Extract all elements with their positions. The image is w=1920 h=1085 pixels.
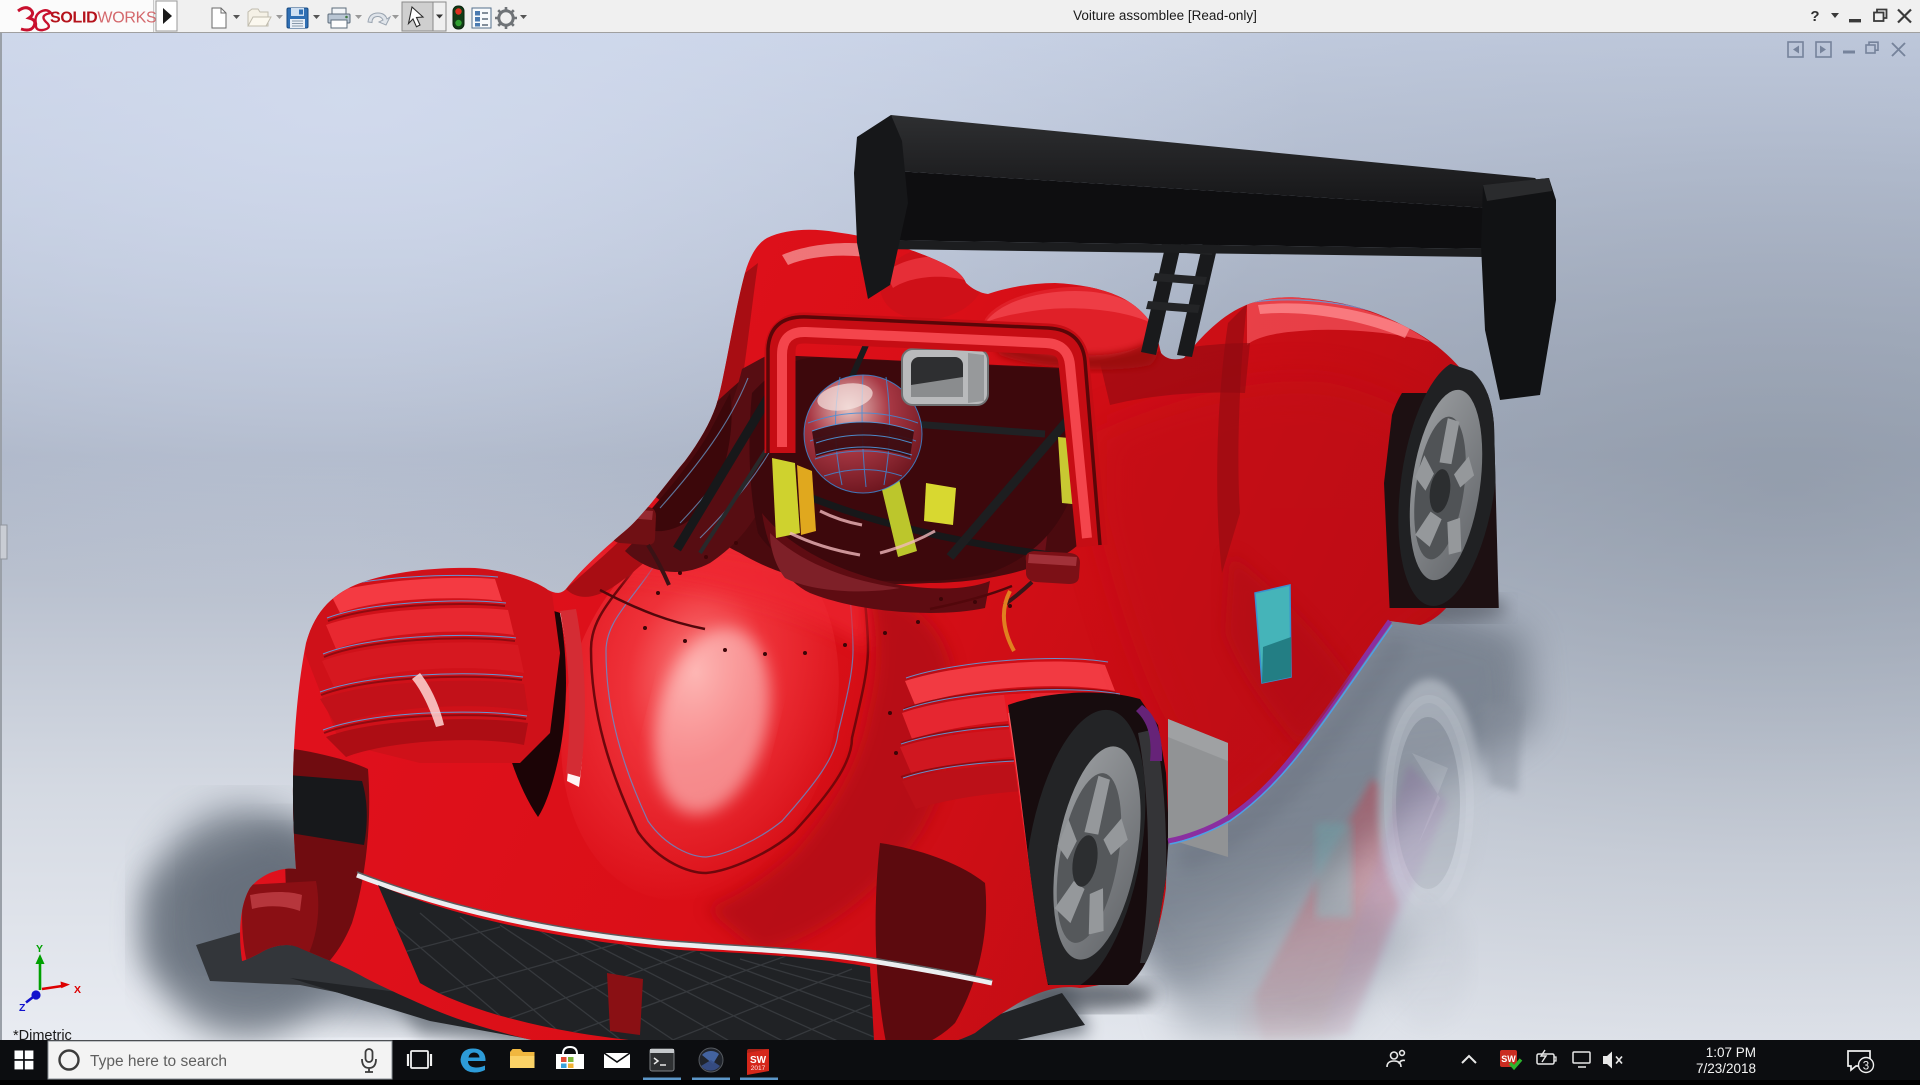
svg-text:3: 3	[1863, 1061, 1869, 1073]
svg-text:?: ?	[1810, 8, 1819, 25]
svg-text:*Dimetric: *Dimetric	[13, 1028, 72, 1040]
svg-text:X: X	[74, 984, 81, 996]
svg-text:2017: 2017	[751, 1065, 766, 1072]
svg-text:7/23/2018: 7/23/2018	[1696, 1061, 1756, 1076]
svg-text:Voiture assomblee [Read-only]: Voiture assomblee [Read-only]	[1073, 8, 1257, 23]
svg-text:Z: Z	[19, 1002, 26, 1014]
svg-text:SOLIDWORKS: SOLIDWORKS	[50, 10, 156, 27]
svg-text:Type here to search: Type here to search	[90, 1053, 227, 1070]
svg-text:SW: SW	[1501, 1054, 1516, 1064]
svg-text:Y: Y	[36, 943, 43, 955]
svg-text:1:07 PM: 1:07 PM	[1706, 1045, 1756, 1060]
